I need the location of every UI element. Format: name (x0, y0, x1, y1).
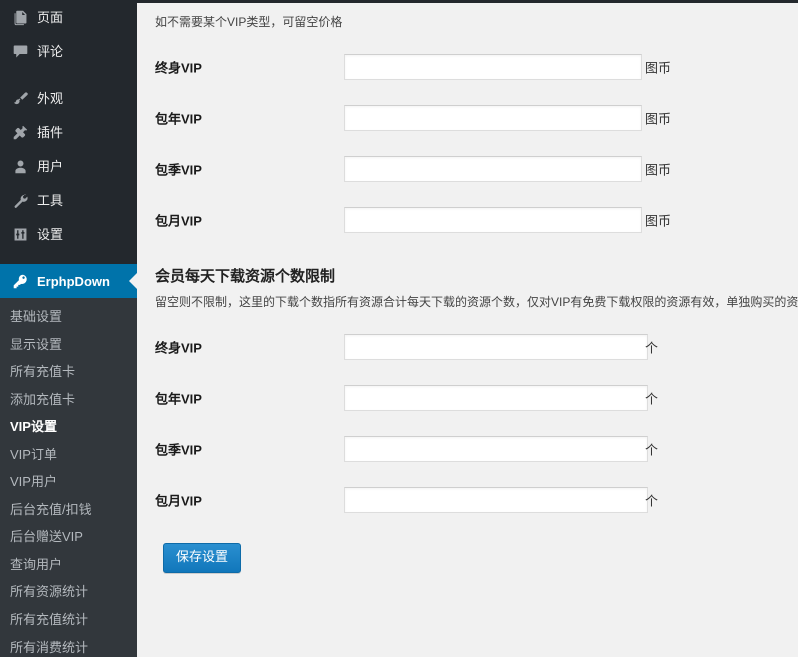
sidebar-item-comments[interactable]: 评论 (0, 34, 137, 68)
pages-icon (10, 7, 30, 27)
price-section-note: 如不需要某个VIP类型，可留空价格 (155, 15, 343, 29)
field-row: 包季VIP 图币 (137, 143, 798, 194)
sidebar-item-plugins[interactable]: 插件 (0, 115, 137, 149)
users-icon (10, 156, 30, 176)
sidebar-separator (0, 251, 137, 264)
settings-icon (10, 224, 30, 244)
submenu-item-12[interactable]: 所有充值统计 (0, 606, 137, 634)
field-input[interactable] (344, 435, 648, 462)
field-row: 包季VIP 个 (137, 423, 798, 474)
key-icon (10, 271, 30, 291)
field-input[interactable] (344, 384, 648, 411)
field-label: 终身VIP (155, 60, 202, 75)
save-button-wrap: 保存设置 (137, 525, 798, 573)
plugins-icon (10, 122, 30, 142)
field-unit-suffix: 图币 (645, 213, 672, 228)
field-unit-suffix: 图币 (645, 162, 672, 177)
submenu-item-9[interactable]: 后台赠送VIP (0, 523, 137, 551)
vip-download-limit-fields: 终身VIP 个包年VIP 个包季VIP 个包月VIP 个 (137, 321, 798, 525)
field-label: 包月VIP (155, 213, 202, 228)
limit-section-title: 会员每天下载资源个数限制 (155, 268, 336, 285)
settings-form: 如不需要某个VIP类型，可留空价格 终身VIP 图币 包年VIP 图币 包季VIP 图币包… (137, 3, 798, 573)
sidebar-item-settings[interactable]: 设置 (0, 217, 137, 251)
submenu-item-6[interactable]: VIP订单 (0, 441, 137, 469)
sidebar-item-label: 工具 (37, 192, 64, 208)
sidebar-main-menu: 页面评论外观插件用户工具设置 (0, 0, 137, 264)
field-label: 包季VIP (155, 162, 202, 177)
sidebar-submenu: 基础设置 显示设置 所有充值卡 添加充值卡 VIP设置 VIP订单 VIP用户 后台充值/扣钱… (0, 298, 137, 657)
field-label: 包月VIP (155, 493, 202, 508)
sidebar-item-label: 评论 (37, 43, 64, 59)
field-unit-suffix: 个 (645, 442, 659, 457)
sidebar-item-label: 页面 (37, 9, 64, 25)
sidebar-separator (0, 68, 137, 81)
vip-price-fields: 终身VIP 图币 包年VIP 图币 包季VIP 图币 包月VIP 图币 (137, 41, 798, 245)
sidebar-item-label: 用户 (37, 158, 64, 174)
field-label: 包年VIP (155, 111, 202, 126)
sidebar-item-label: 插件 (37, 124, 64, 140)
field-label: 终身VIP (155, 340, 202, 355)
field-row: 终身VIP 个 (137, 321, 798, 372)
comments-icon (10, 41, 30, 61)
field-input[interactable] (344, 333, 648, 360)
field-input[interactable] (344, 53, 642, 80)
submenu-item-5[interactable]: VIP设置 (0, 413, 137, 441)
submenu-item-8[interactable]: 后台充值/扣钱 (0, 496, 137, 524)
field-input[interactable] (344, 155, 642, 182)
field-unit-suffix: 图币 (645, 60, 672, 75)
field-input[interactable] (344, 206, 642, 233)
submenu-item-4[interactable]: 添加充值卡 (0, 386, 137, 414)
field-label: 包季VIP (155, 442, 202, 457)
sidebar-item-tools[interactable]: 工具 (0, 183, 137, 217)
submenu-item-7[interactable]: VIP用户 (0, 468, 137, 496)
field-input[interactable] (344, 486, 648, 513)
sidebar-item-label: 设置 (37, 226, 64, 242)
submenu-item-11[interactable]: 所有资源统计 (0, 578, 137, 606)
submenu-item-1[interactable]: 基础设置 (0, 303, 137, 331)
field-unit-suffix: 个 (645, 391, 659, 406)
submenu-item-3[interactable]: 所有充值卡 (0, 358, 137, 386)
submenu-item-13[interactable]: 所有消费统计 (0, 634, 137, 657)
admin-page: 页面评论外观插件用户工具设置 ErphpDown 基础设置 显示设置 所有充值卡 添加… (0, 0, 798, 657)
sidebar-item-appearance[interactable]: 外观 (0, 81, 137, 115)
save-settings-button[interactable]: 保存设置 (163, 543, 242, 573)
field-row: 包月VIP 图币 (137, 194, 798, 245)
field-row: 终身VIP 图币 (137, 41, 798, 92)
field-row: 包年VIP 图币 (137, 92, 798, 143)
field-unit-suffix: 个 (645, 493, 659, 508)
sidebar-item-label: 外观 (37, 90, 64, 106)
field-row: 包年VIP 个 (137, 372, 798, 423)
limit-section-description: 留空则不限制，这里的下载个数指所有资源合计每天下载的资源个数，仅对VIP有免费下… (155, 295, 798, 309)
submenu-item-10[interactable]: 查询用户 (0, 551, 137, 579)
admin-sidebar: 页面评论外观插件用户工具设置 ErphpDown 基础设置 显示设置 所有充值卡 添加… (0, 0, 137, 657)
submenu-item-2[interactable]: 显示设置 (0, 331, 137, 359)
field-label: 包年VIP (155, 391, 202, 406)
sidebar-item-pages[interactable]: 页面 (0, 0, 137, 34)
field-input[interactable] (344, 104, 642, 131)
field-unit-suffix: 图币 (645, 111, 672, 126)
sidebar-item-label: ErphpDown (37, 273, 110, 289)
appearance-icon (10, 88, 30, 108)
field-row: 包月VIP 个 (137, 474, 798, 525)
field-unit-suffix: 个 (645, 340, 659, 355)
sidebar-item-users[interactable]: 用户 (0, 149, 137, 183)
tools-icon (10, 190, 30, 210)
sidebar-item-erphpdown[interactable]: ErphpDown (0, 264, 137, 298)
main-content: 如不需要某个VIP类型，可留空价格 终身VIP 图币 包年VIP 图币 包季VIP 图币包… (137, 0, 798, 657)
